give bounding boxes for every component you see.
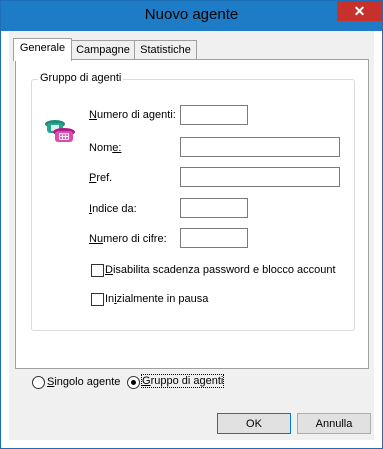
pref-label: Pref.: [89, 172, 113, 184]
ok-button[interactable]: OK: [217, 413, 291, 434]
name-label: Nome:: [89, 142, 122, 154]
index-from-input[interactable]: [180, 198, 248, 218]
window-title: Nuovo agente: [144, 6, 239, 23]
paused-label: Inizialmente in pausa: [105, 293, 209, 305]
single-agent-label: Singolo agente: [47, 376, 121, 388]
dialog-window: Nuovo agente ✕ Generale Campagne Statist…: [0, 0, 383, 449]
phones-icon: [43, 111, 77, 145]
group-agents-label: Gruppo di agenti: [140, 374, 225, 388]
num-digits-label: Numero di cifre:: [89, 233, 167, 245]
tab-campagne[interactable]: Campagne: [70, 40, 136, 60]
radio-selected-dot: [131, 380, 136, 385]
index-from-label: Indice da:: [89, 203, 137, 215]
pref-input[interactable]: [180, 167, 340, 187]
single-agent-radio[interactable]: [32, 376, 45, 389]
paused-checkbox[interactable]: [91, 293, 104, 306]
num-agents-input[interactable]: [180, 105, 248, 125]
tab-generale[interactable]: Generale: [13, 38, 72, 61]
name-input[interactable]: [180, 137, 340, 157]
num-digits-input[interactable]: [180, 228, 248, 248]
disable-expiry-label: Disabilita scadenza password e blocco ac…: [105, 264, 336, 276]
disable-expiry-checkbox[interactable]: [91, 264, 104, 277]
num-agents-label: Numero di agenti:: [89, 109, 176, 121]
close-button[interactable]: ✕: [337, 1, 382, 21]
tab-statistiche[interactable]: Statistiche: [134, 40, 197, 60]
title-bar[interactable]: Nuovo agente ✕: [1, 1, 382, 31]
group-agents-radio[interactable]: [127, 376, 140, 389]
cancel-button[interactable]: Annulla: [297, 413, 371, 434]
group-title: Gruppo di agenti: [38, 72, 124, 84]
